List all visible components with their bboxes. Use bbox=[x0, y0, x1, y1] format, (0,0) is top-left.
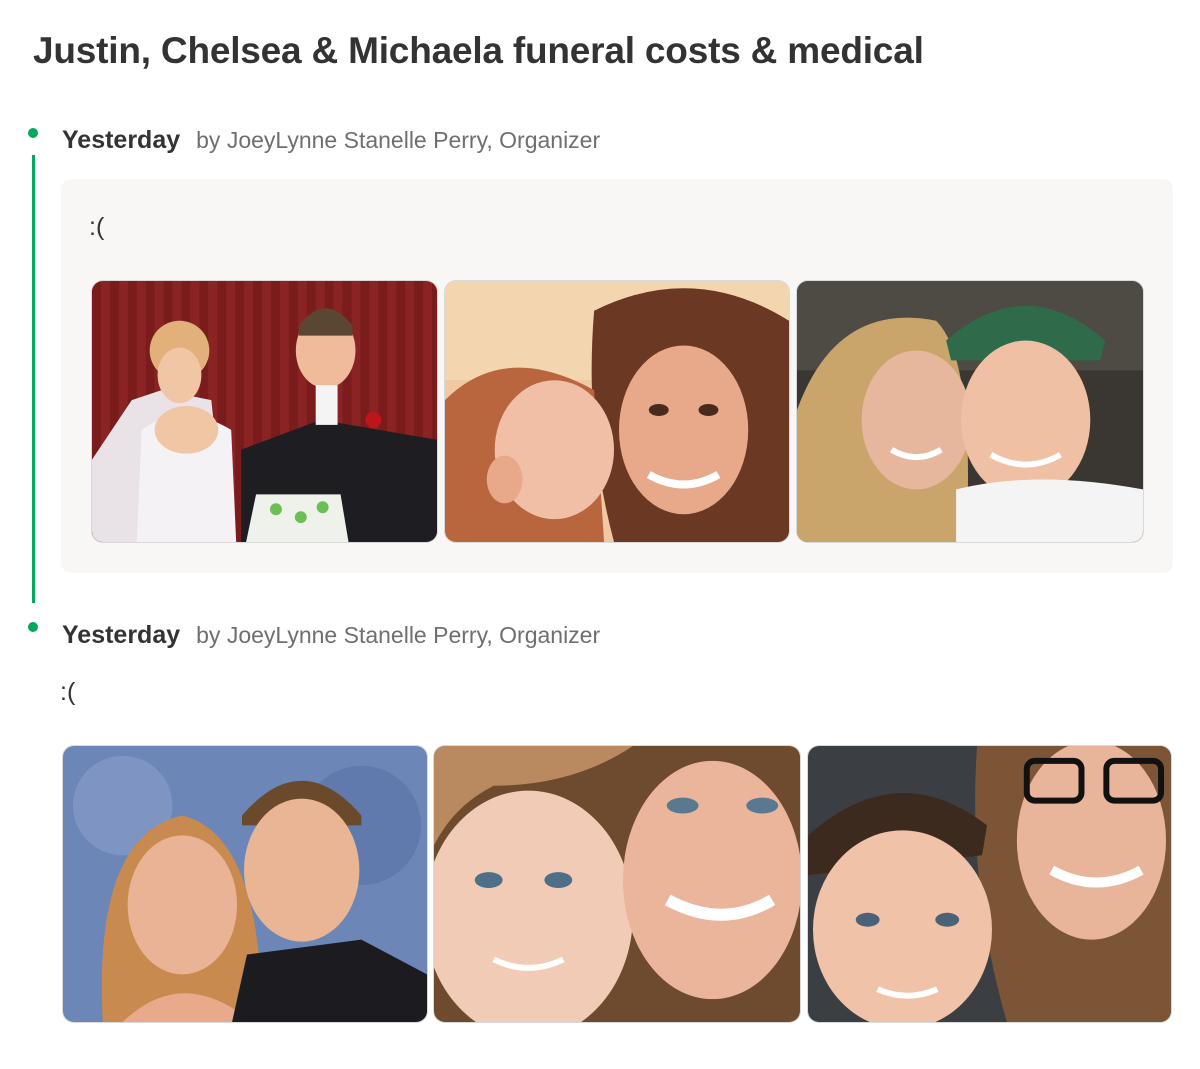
timeline-dot bbox=[28, 128, 38, 138]
couple-portrait-image bbox=[63, 746, 427, 1022]
mother-daughter-selfie-image bbox=[434, 746, 800, 1022]
update-header: Yesterday by JoeyLynne Stanelle Perry, O… bbox=[62, 621, 600, 650]
mother-son-selfie-image bbox=[808, 746, 1171, 1022]
page: Justin, Chelsea & Michaela funeral costs… bbox=[0, 0, 1200, 1069]
update-header: Yesterday by JoeyLynne Stanelle Perry, O… bbox=[62, 126, 600, 155]
kiss-on-cheek-photo[interactable] bbox=[444, 280, 790, 543]
update-text: :( bbox=[60, 678, 76, 706]
couple-portrait-photo[interactable] bbox=[62, 745, 428, 1023]
update-date: Yesterday bbox=[62, 126, 181, 154]
mother-son-selfie-photo[interactable] bbox=[807, 745, 1172, 1023]
update-author: by JoeyLynne Stanelle Perry, Organizer bbox=[196, 127, 601, 153]
timeline-dot bbox=[28, 622, 38, 632]
update-author: by JoeyLynne Stanelle Perry, Organizer bbox=[196, 622, 601, 648]
kiss-on-cheek-image bbox=[445, 281, 789, 542]
timeline-line bbox=[32, 155, 35, 603]
wedding-cake-image bbox=[92, 281, 437, 542]
update-text: :( bbox=[89, 213, 105, 241]
mother-daughter-selfie-photo[interactable] bbox=[433, 745, 801, 1023]
update-date: Yesterday bbox=[62, 621, 181, 649]
wedding-cake-photo[interactable] bbox=[91, 280, 438, 543]
couple-selfie-image bbox=[797, 281, 1143, 542]
page-title: Justin, Chelsea & Michaela funeral costs… bbox=[33, 30, 924, 71]
couple-selfie-photo[interactable] bbox=[796, 280, 1144, 543]
